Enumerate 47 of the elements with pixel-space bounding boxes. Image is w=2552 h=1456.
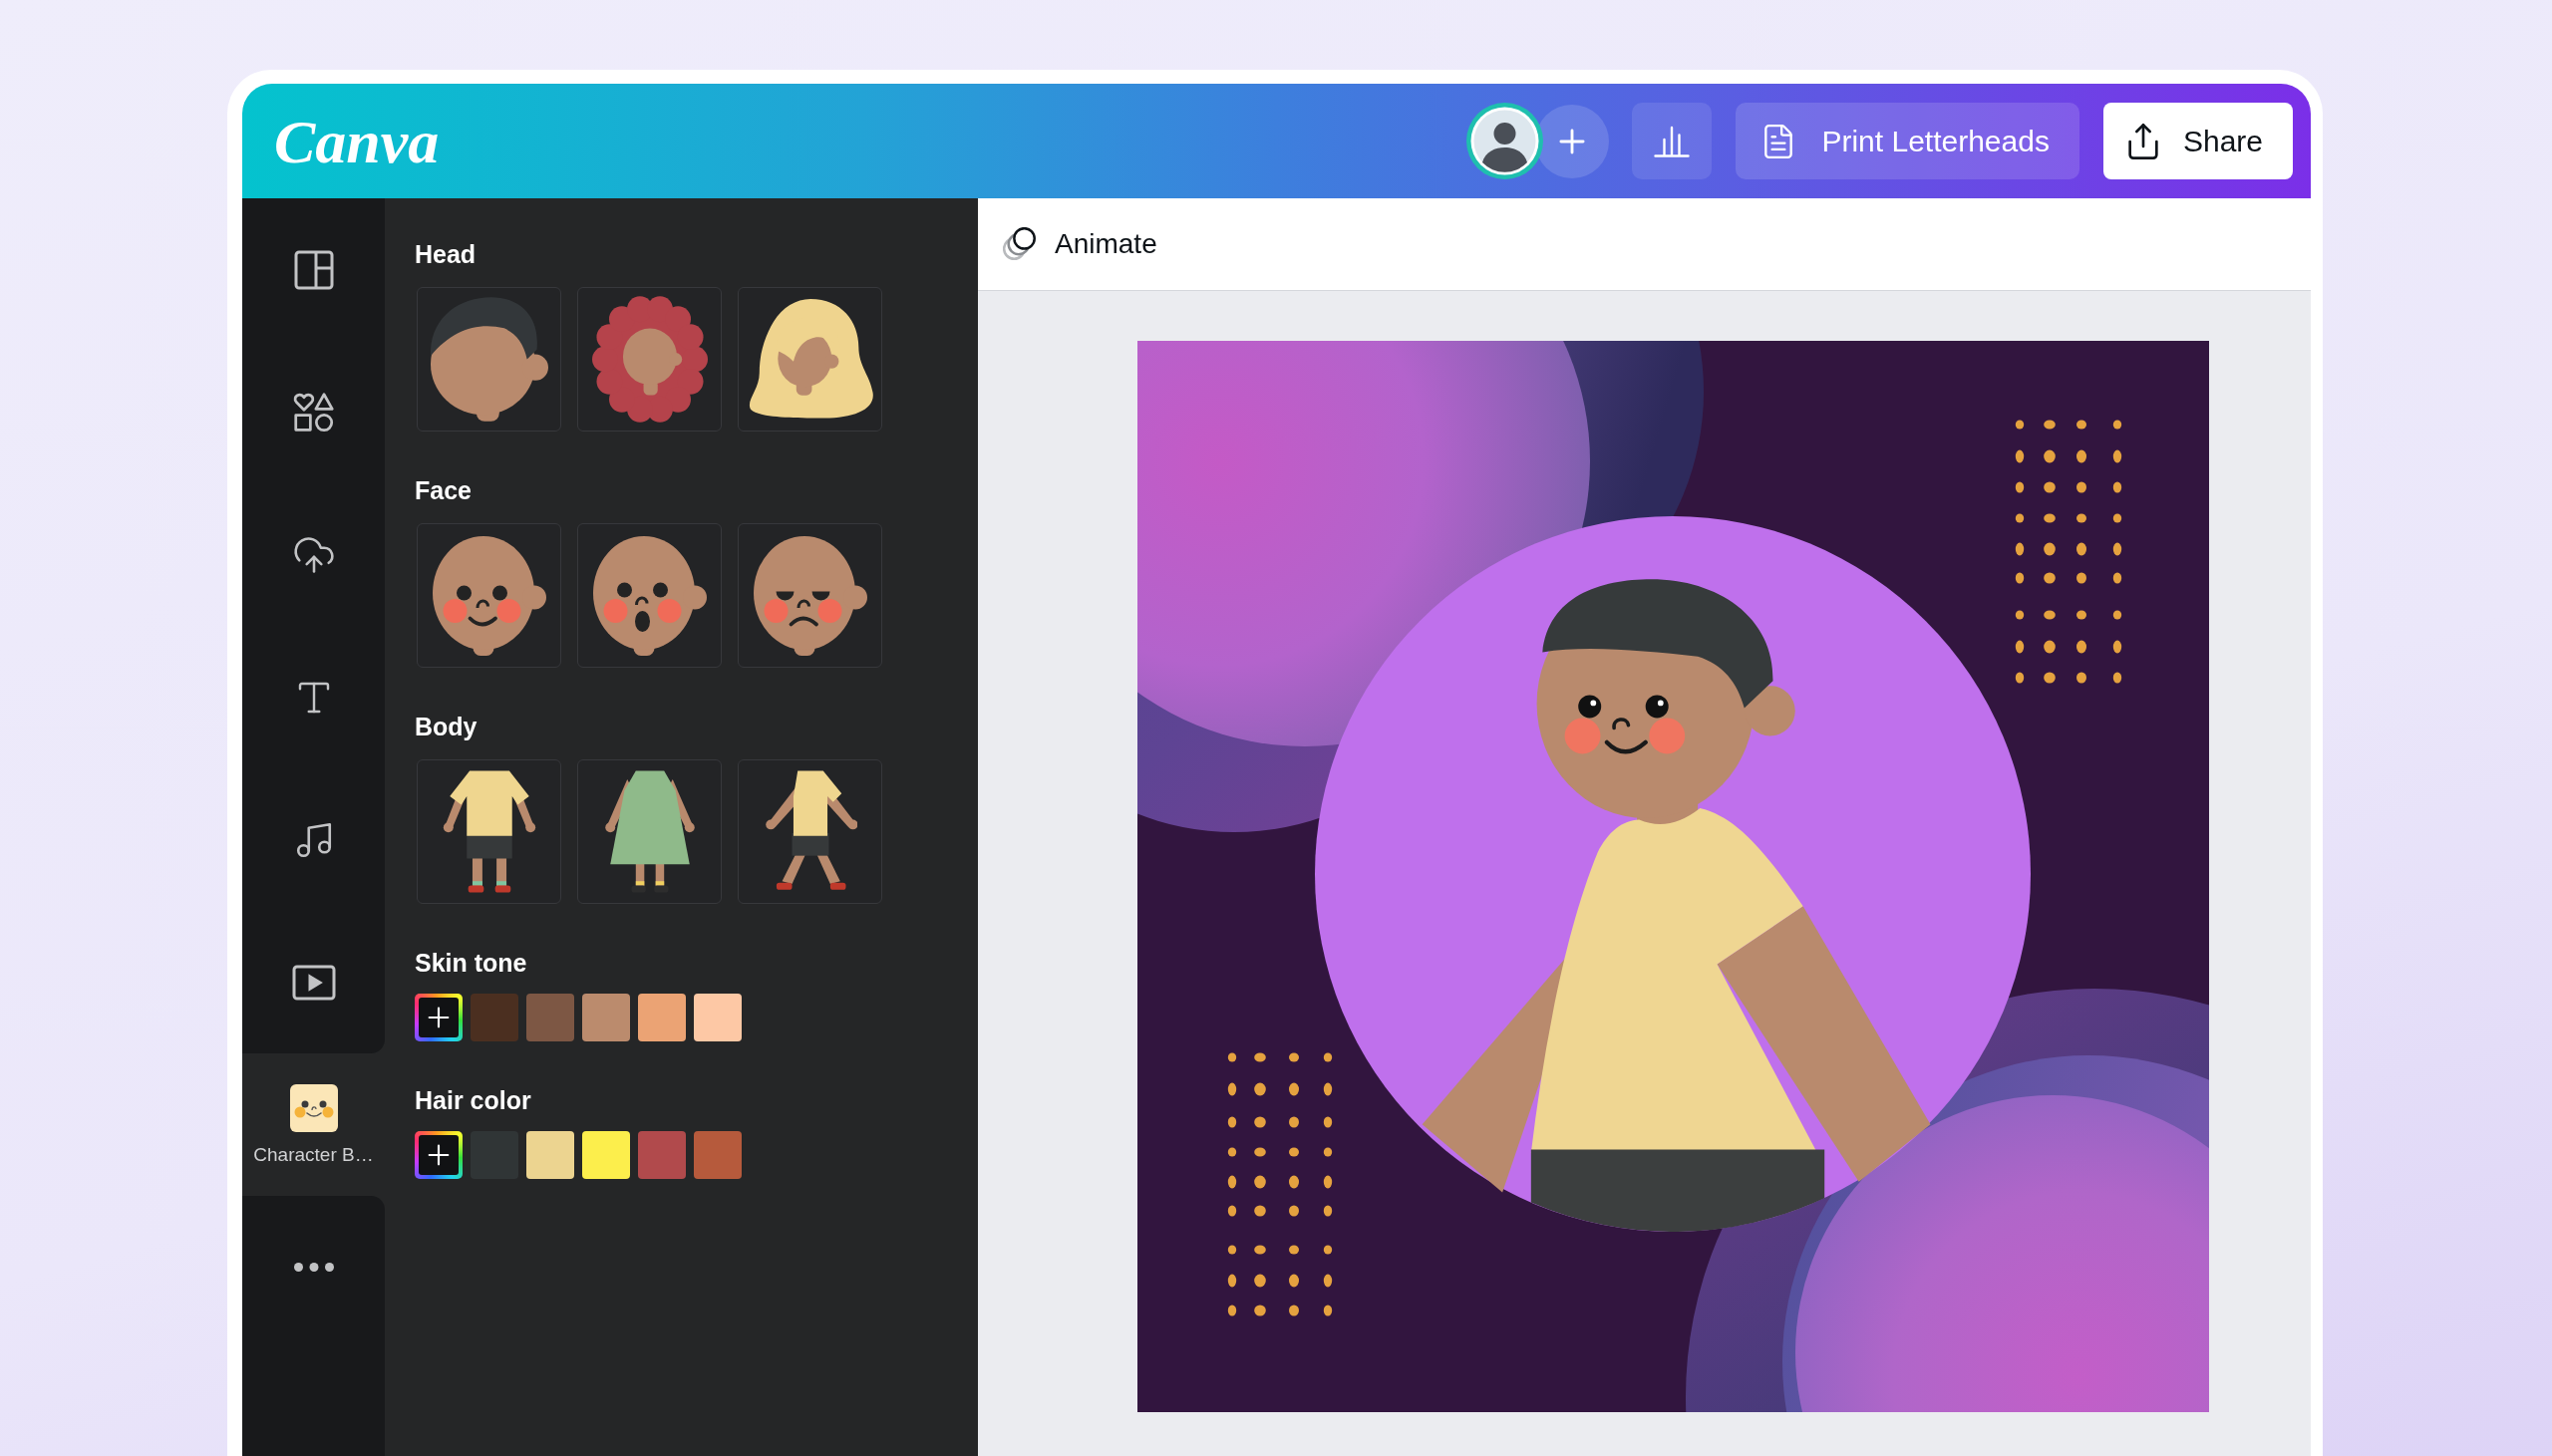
option-tile[interactable]	[417, 759, 561, 904]
color-swatch[interactable]	[471, 994, 518, 1041]
color-swatch[interactable]	[526, 994, 574, 1041]
color-swatch[interactable]	[582, 1131, 630, 1179]
option-tile[interactable]	[738, 523, 882, 668]
smiling-face-icon	[432, 535, 546, 656]
section-title: Skin tone	[415, 948, 527, 978]
animate-icon	[1003, 227, 1037, 261]
section-title: Face	[415, 475, 472, 505]
section-title: Head	[415, 239, 477, 269]
option-tile[interactable]	[577, 759, 722, 904]
color-swatch[interactable]	[526, 1131, 574, 1179]
print-letterheads-button[interactable]: Print Letterheads	[1736, 103, 2079, 179]
character-face-icon	[289, 1083, 338, 1132]
sidebar-item[interactable]	[242, 911, 385, 1053]
color-swatch[interactable]	[638, 1131, 686, 1179]
shirt-and-shorts-body-icon	[442, 769, 536, 894]
section-title: Hair color	[415, 1085, 531, 1115]
short-hair-head-icon	[430, 297, 548, 422]
bar-chart-icon	[1654, 125, 1691, 157]
option-tile[interactable]	[417, 287, 561, 432]
avatar-icon[interactable]	[1466, 103, 1544, 179]
share-button[interactable]: Share	[2102, 103, 2293, 179]
sad-face-icon	[753, 535, 867, 656]
video-play-icon	[291, 964, 336, 1001]
option-tile[interactable]	[417, 523, 561, 668]
color-swatch[interactable]	[638, 994, 686, 1041]
option-tile[interactable]	[577, 287, 722, 432]
more-icon	[293, 1263, 334, 1272]
sidebar-item[interactable]	[242, 198, 385, 341]
dress-body-icon	[602, 769, 697, 894]
insights-button[interactable]	[1632, 103, 1713, 179]
option-tile[interactable]	[577, 523, 722, 668]
option-tile[interactable]	[738, 759, 882, 904]
animate-button[interactable]: Animate	[995, 215, 1165, 273]
color-swatch[interactable]	[582, 994, 630, 1041]
custom-color-button[interactable]	[415, 994, 463, 1041]
custom-color-button[interactable]	[415, 1131, 463, 1179]
color-swatch[interactable]	[694, 1131, 742, 1179]
curly-hair-head-icon	[591, 295, 708, 424]
option-tile[interactable]	[738, 287, 882, 432]
app-logo: Canva	[274, 110, 440, 172]
layout-icon	[293, 249, 334, 290]
section-title: Body	[415, 712, 478, 741]
color-swatch[interactable]	[694, 994, 742, 1041]
shapes-icon	[292, 391, 335, 434]
surprised-face-icon	[592, 535, 707, 656]
